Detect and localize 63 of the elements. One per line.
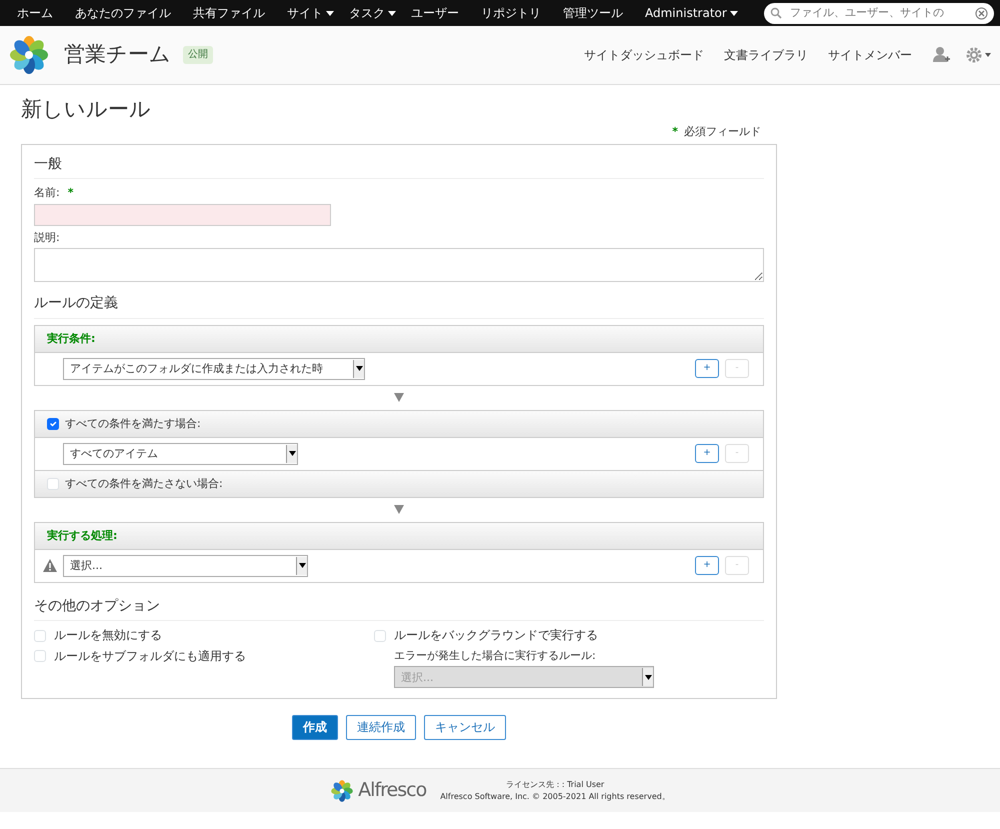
section-heading: その他のオプション bbox=[34, 594, 764, 622]
select-field[interactable]: すべてのアイテム bbox=[63, 442, 298, 465]
logo-icon bbox=[8, 34, 50, 76]
section-heading: ルールの定義 bbox=[34, 292, 764, 319]
site-nav-link[interactable]: 文書ライブラリ bbox=[724, 46, 808, 64]
down-arrow-icon bbox=[394, 505, 404, 514]
form-button[interactable]: 作成 bbox=[292, 715, 338, 740]
add-button[interactable]: + bbox=[695, 359, 719, 378]
clear-icon[interactable] bbox=[975, 6, 988, 20]
license-text: ライセンス先：: Trial User bbox=[504, 779, 606, 791]
add-button[interactable]: + bbox=[695, 444, 719, 464]
checkbox-label: ルールをバックグラウンドで実行する bbox=[394, 627, 598, 644]
field-label: 説明: bbox=[34, 230, 61, 245]
nav-link-item[interactable]: 共有ファイル bbox=[182, 4, 276, 22]
nav-link-item[interactable]: ホーム bbox=[6, 4, 64, 22]
logo-text: Alfresco bbox=[358, 778, 426, 804]
settings-icon[interactable] bbox=[966, 47, 992, 63]
field-label: エラーが発生した場合に実行するルール: bbox=[394, 648, 597, 664]
page-title: 新しいルール bbox=[21, 97, 152, 122]
site-title: 営業チーム bbox=[64, 41, 171, 68]
add-user-icon[interactable] bbox=[932, 46, 950, 64]
nav-link-item[interactable]: リポジトリ bbox=[470, 4, 552, 22]
required-mark: * bbox=[672, 125, 678, 138]
checkbox-label: ルールをサブフォルダにも適用する bbox=[54, 648, 246, 665]
nav-link-item[interactable]: 管理ツール bbox=[552, 4, 634, 22]
section-heading: 一般 bbox=[34, 152, 764, 180]
nav-link-item[interactable]: あなたのファイル bbox=[64, 4, 182, 22]
search-field[interactable]: ファイル、ユーザー、サイトの bbox=[764, 2, 994, 24]
select-field: 選択... bbox=[394, 666, 654, 688]
nav-link-item[interactable]: タスク bbox=[338, 4, 396, 22]
required-mark: * bbox=[68, 185, 74, 201]
caret-icon[interactable] bbox=[388, 10, 396, 16]
select-field[interactable]: 選択... bbox=[63, 554, 308, 577]
caret-icon bbox=[288, 451, 296, 456]
down-arrow-icon bbox=[394, 393, 404, 402]
checkbox-label: すべての条件を満たす場合: bbox=[65, 416, 201, 432]
checkbox-label: すべての条件を満たさない場合: bbox=[65, 476, 223, 492]
caret-icon bbox=[356, 366, 362, 372]
caret-icon bbox=[298, 563, 306, 568]
copyright-text: Alfresco Software, Inc. © 2005-2021 All rights reserved。 bbox=[440, 790, 670, 802]
search-icon bbox=[770, 7, 782, 19]
block-title: 実行する処理: bbox=[47, 528, 118, 544]
add-button[interactable]: + bbox=[695, 556, 719, 576]
block-title: 実行条件: bbox=[47, 330, 96, 346]
select-field[interactable]: アイテムがこのフォルダに作成または入力された時 bbox=[63, 358, 365, 380]
description-field[interactable] bbox=[34, 248, 764, 282]
site-nav-link[interactable]: サイトメンバー bbox=[828, 46, 912, 64]
nav-link-item[interactable]: ユーザー bbox=[400, 4, 470, 22]
required-note: 必須フィールド bbox=[684, 125, 761, 138]
field-label: 名前: bbox=[34, 185, 60, 201]
site-nav-link[interactable]: サイトダッシュボード bbox=[584, 46, 704, 64]
nav-link-item[interactable]: Administrator bbox=[634, 4, 738, 22]
nav-link-item[interactable]: サイト bbox=[276, 4, 334, 22]
caret-icon[interactable] bbox=[326, 10, 334, 16]
caret-icon bbox=[644, 674, 652, 680]
name-field[interactable] bbox=[34, 204, 331, 226]
checkbox[interactable] bbox=[47, 418, 59, 430]
logo-icon bbox=[330, 778, 354, 803]
form-button[interactable]: キャンセル bbox=[424, 715, 506, 740]
visibility-badge: 公開 bbox=[183, 46, 213, 64]
form-button[interactable]: 連続作成 bbox=[346, 715, 416, 740]
caret-icon[interactable] bbox=[730, 10, 738, 16]
checkbox-label: ルールを無効にする bbox=[54, 627, 162, 644]
